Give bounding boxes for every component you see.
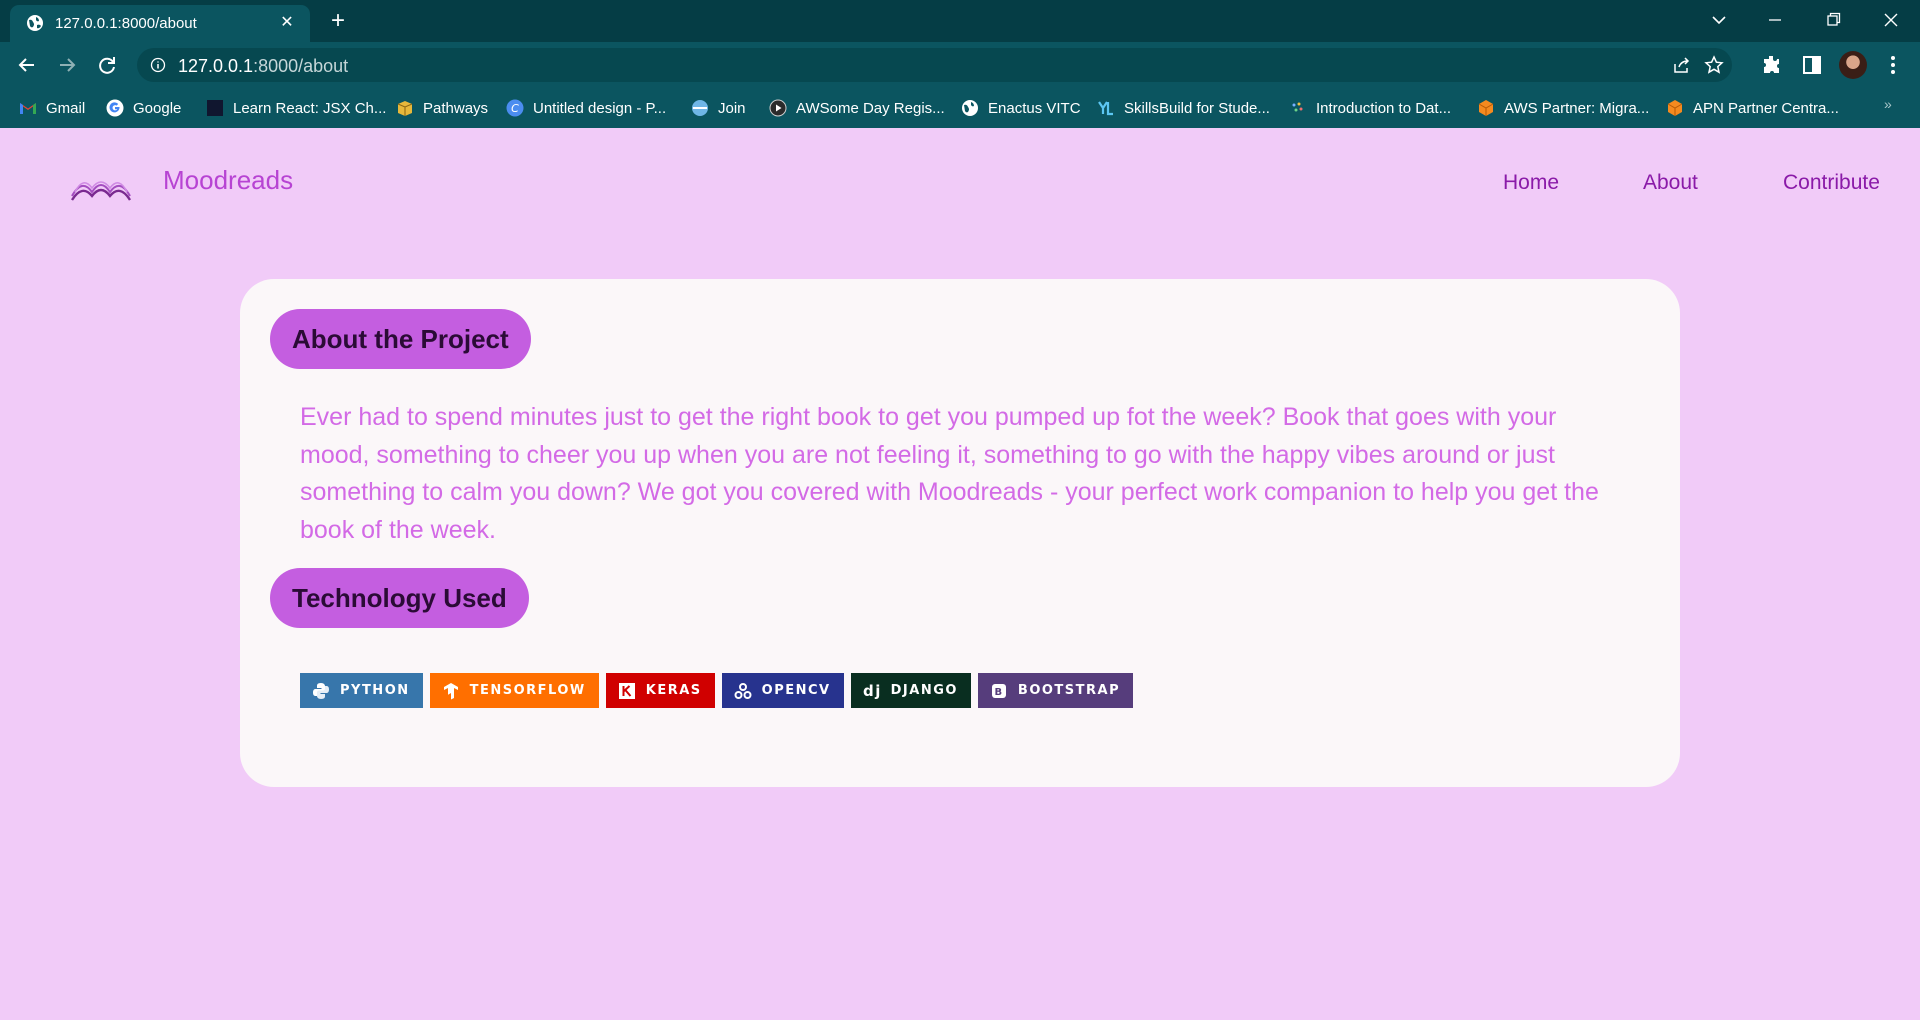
google-icon xyxy=(106,99,124,117)
site-info-icon[interactable] xyxy=(150,57,166,73)
bookmark-enactus[interactable]: Enactus VITC xyxy=(961,96,1081,120)
close-tab-icon[interactable]: ✕ xyxy=(276,12,298,34)
globe-icon xyxy=(962,100,978,116)
badge-bootstrap: B BOOTSTRAP xyxy=(977,673,1134,708)
badge-keras: KERAS xyxy=(605,673,715,708)
bookmark-join[interactable]: Join xyxy=(691,96,746,120)
badge-label: BOOTSTRAP xyxy=(1017,683,1121,698)
bookmark-untitled-design[interactable]: C Untitled design - P... xyxy=(506,96,666,120)
badge-label: KERAS xyxy=(645,683,702,698)
svg-text:B: B xyxy=(994,687,1003,698)
close-window-icon[interactable] xyxy=(1876,6,1906,34)
nav-contribute-link[interactable]: Contribute xyxy=(1783,171,1880,195)
brand-name[interactable]: Moodreads xyxy=(163,165,293,196)
site-header: Moodreads Home About Contribute xyxy=(0,128,1920,238)
badge-label: OPENCV xyxy=(761,683,831,698)
badge-label: PYTHON xyxy=(340,683,410,698)
browser-tab-active[interactable]: 127.0.0.1:8000/about ✕ xyxy=(10,5,310,42)
bookmark-learn-react[interactable]: Learn React: JSX Ch... xyxy=(206,96,386,120)
badge-python: PYTHON xyxy=(300,673,423,708)
address-bar[interactable]: 127.0.0.1:8000/about xyxy=(137,48,1732,82)
reload-icon[interactable] xyxy=(93,51,121,79)
svg-text:C: C xyxy=(511,102,519,115)
badge-label: DJANGO xyxy=(890,683,958,698)
box-icon xyxy=(397,101,413,116)
badge-django: dj DJANGO xyxy=(850,673,971,708)
extensions-icon[interactable] xyxy=(1760,53,1784,77)
keras-icon xyxy=(618,682,635,699)
bookmarks-bar: Gmail Google Learn React: JSX Ch... Path… xyxy=(0,88,1920,128)
about-card: About the Project Ever had to spend minu… xyxy=(240,279,1680,787)
nav-home-link[interactable]: Home xyxy=(1503,171,1559,195)
globe-icon xyxy=(27,15,43,31)
browser-tab-strip: 127.0.0.1:8000/about ✕ + xyxy=(0,0,1920,42)
book-waves-logo-icon[interactable] xyxy=(70,168,132,202)
badge-label: TENSORFLOW xyxy=(469,683,586,698)
tensorflow-icon xyxy=(443,682,458,699)
technology-badges: PYTHON TENSORFLOW KERAS OPENCV dj DJANGO… xyxy=(300,673,1134,708)
join-icon xyxy=(692,100,708,116)
bookmark-gmail[interactable]: Gmail xyxy=(19,96,85,120)
bookmark-intro-data[interactable]: Introduction to Dat... xyxy=(1289,96,1451,120)
bookmark-awsome-day[interactable]: AWSome Day Regis... xyxy=(769,96,945,120)
aws-cube-icon xyxy=(1667,100,1683,116)
profile-avatar[interactable] xyxy=(1839,51,1867,79)
more-bookmarks-chevron[interactable]: » xyxy=(1884,96,1892,112)
bookmark-star-icon[interactable] xyxy=(1704,55,1724,75)
dots-icon xyxy=(1292,102,1303,112)
opencv-icon xyxy=(734,682,752,699)
technology-heading: Technology Used xyxy=(270,568,529,628)
browser-toolbar: 127.0.0.1:8000/about xyxy=(0,42,1920,88)
new-tab-icon[interactable]: + xyxy=(325,8,351,34)
forward-arrow-icon[interactable] xyxy=(53,51,81,79)
about-description: Ever had to spend minutes just to get th… xyxy=(300,403,1599,544)
python-icon xyxy=(313,682,329,699)
nav-about-link[interactable]: About xyxy=(1643,171,1698,195)
restore-icon[interactable] xyxy=(1818,6,1848,34)
bootstrap-icon: B xyxy=(991,683,1006,698)
share-icon[interactable] xyxy=(1672,55,1692,75)
side-panel-icon[interactable] xyxy=(1800,53,1824,77)
codecademy-icon xyxy=(207,100,223,116)
bookmark-apn-partner[interactable]: APN Partner Centra... xyxy=(1666,96,1839,120)
svg-text:dj: dj xyxy=(863,682,881,700)
bookmark-pathways[interactable]: Pathways xyxy=(396,96,488,120)
django-icon: dj xyxy=(863,682,881,700)
about-heading: About the Project xyxy=(270,309,531,369)
back-arrow-icon[interactable] xyxy=(13,51,41,79)
badge-opencv: OPENCV xyxy=(721,673,844,708)
yl-icon xyxy=(1098,101,1113,116)
bookmark-google[interactable]: Google xyxy=(106,96,181,120)
play-icon xyxy=(769,99,787,117)
minimize-icon[interactable] xyxy=(1760,6,1790,34)
bookmark-skillsbuild[interactable]: SkillsBuild for Stude... xyxy=(1097,96,1270,120)
tab-title: 127.0.0.1:8000/about xyxy=(55,15,197,32)
gmail-icon xyxy=(20,103,36,114)
aws-cube-icon xyxy=(1478,100,1494,116)
badge-tensorflow: TENSORFLOW xyxy=(429,673,599,708)
bookmark-aws-partner-migra[interactable]: AWS Partner: Migra... xyxy=(1477,96,1649,120)
canva-icon: C xyxy=(506,99,524,117)
tab-search-icon[interactable] xyxy=(1704,6,1734,34)
more-menu-icon[interactable] xyxy=(1881,53,1905,77)
url-text[interactable]: 127.0.0.1:8000/about xyxy=(178,56,348,77)
